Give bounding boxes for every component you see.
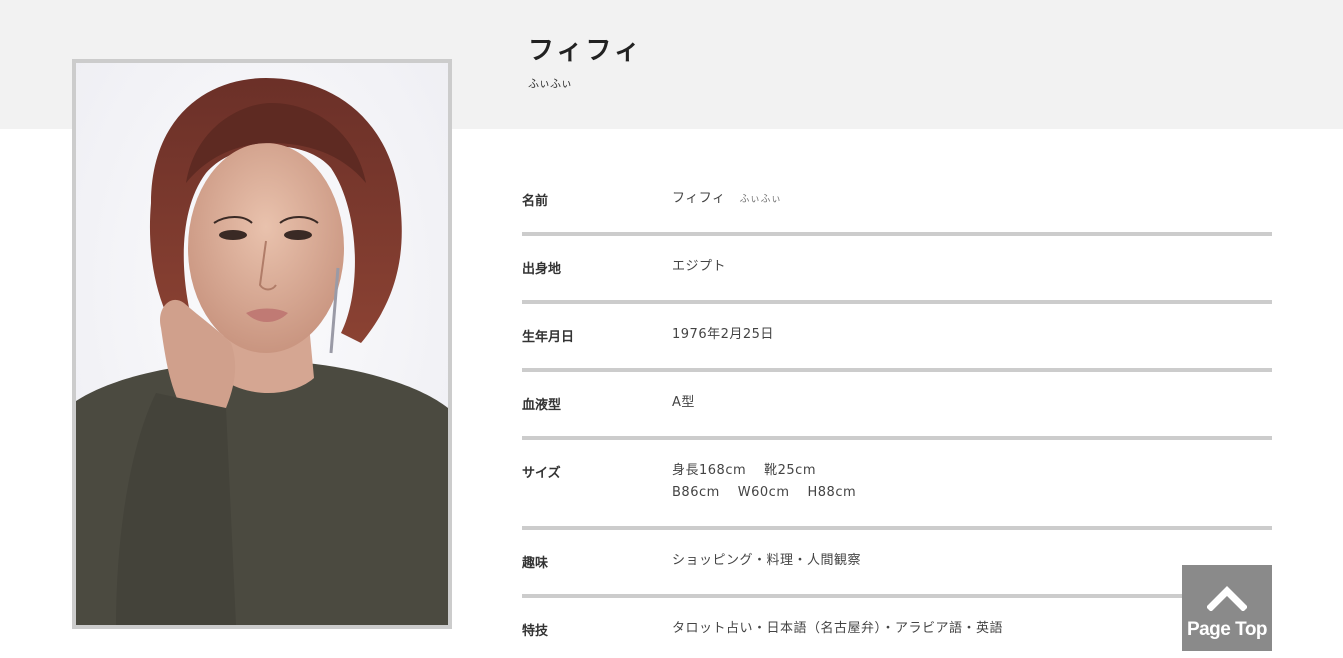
height-value: 身長168cm (672, 463, 747, 478)
row-value: 1976年2月25日 (672, 327, 774, 342)
profile-row-birthdate: 生年月日 1976年2月25日 (522, 304, 1272, 372)
profile-row-birthplace: 出身地 エジプト (522, 236, 1272, 304)
profile-row-size: サイズ 身長168cm 靴25cm B86cm W60cm H88cm (522, 440, 1272, 530)
profile-photo (72, 59, 452, 629)
row-label: 生年月日 (522, 330, 575, 345)
bust-value: B86cm (672, 485, 720, 500)
row-label: 名前 (522, 194, 549, 209)
row-label: 出身地 (522, 262, 562, 277)
profile-name: フィフィ (528, 36, 643, 66)
shoe-size-value: 靴25cm (764, 463, 816, 478)
row-label: 趣味 (522, 556, 549, 571)
profile-table: 名前 フィフィ ふぃふぃ 出身地 エジプト 生年月日 1976年2月25日 血液型… (522, 168, 1272, 658)
page-top-button[interactable]: Page Top (1182, 565, 1272, 651)
waist-value: W60cm (737, 485, 790, 500)
row-value: エジプト (672, 259, 727, 274)
row-value: 身長168cm 靴25cm B86cm W60cm H88cm (672, 460, 856, 504)
row-label: 血液型 (522, 398, 562, 413)
chevron-up-icon (1207, 586, 1247, 611)
profile-row-name: 名前 フィフィ ふぃふぃ (522, 168, 1272, 236)
row-value: ショッピング・料理・人間観察 (672, 553, 862, 568)
name-value: フィフィ (672, 191, 726, 206)
profile-name-kana: ふぃふぃ (528, 77, 572, 90)
profile-row-blood-type: 血液型 A型 (522, 372, 1272, 440)
row-value: フィフィ ふぃふぃ (672, 188, 781, 211)
row-label: 特技 (522, 624, 549, 639)
page-top-label: Page Top (1186, 619, 1268, 640)
size-line-2: B86cm W60cm H88cm (672, 482, 856, 504)
profile-row-skill: 特技 タロット占い・日本語（名古屋弁）・アラビア語・英語 (522, 598, 1272, 658)
size-line-1: 身長168cm 靴25cm (672, 460, 856, 482)
hip-value: H88cm (807, 485, 857, 500)
name-kana-value: ふぃふぃ (739, 194, 782, 205)
row-value: A型 (672, 395, 695, 410)
row-value: タロット占い・日本語（名古屋弁）・アラビア語・英語 (672, 621, 1004, 636)
portrait-image (76, 63, 448, 625)
profile-row-hobby: 趣味 ショッピング・料理・人間観察 (522, 530, 1272, 598)
row-label: サイズ (522, 466, 561, 481)
